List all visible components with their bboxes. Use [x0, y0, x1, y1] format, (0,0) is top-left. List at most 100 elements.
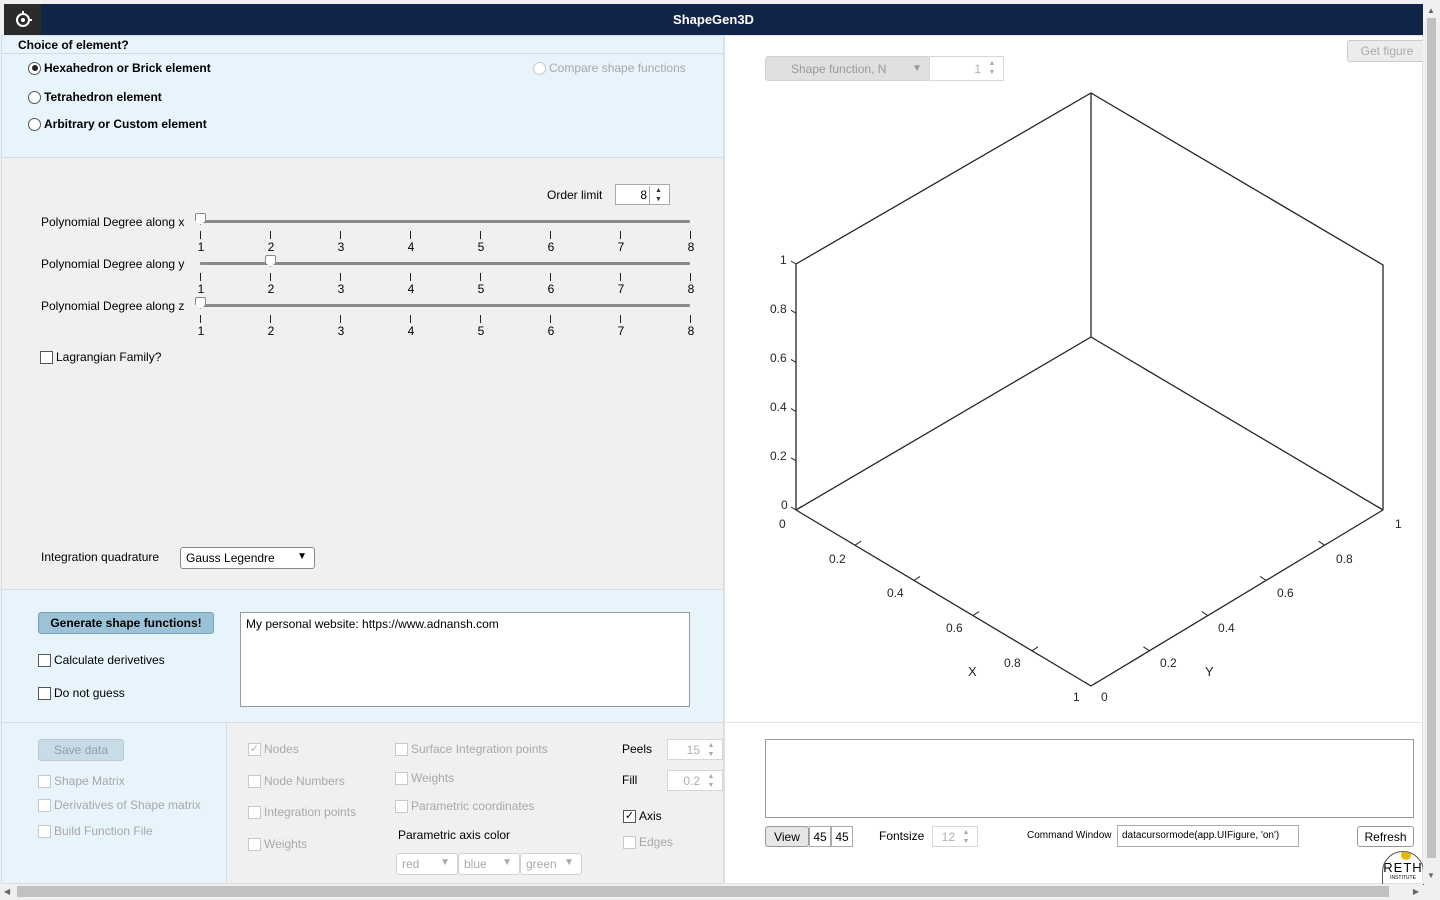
order-limit-spinner[interactable]: 8 ▲ ▼: [615, 184, 670, 205]
checkbox-box: [38, 653, 51, 667]
degree-x-slider[interactable]: 1 2 3 4 5 6 7 8: [195, 213, 694, 254]
x-tick-mark: [913, 575, 921, 581]
slider-tick-label: 1: [197, 240, 205, 254]
x-tick-label: 0.6: [946, 621, 963, 635]
checkbox-label: Edges: [639, 835, 674, 849]
save-data-button[interactable]: Save data: [38, 739, 124, 761]
slider-tick-label: 3: [337, 240, 345, 254]
parametric-coordinates-checkbox[interactable]: Parametric coordinates: [395, 799, 534, 813]
slider-thumb[interactable]: [195, 213, 206, 225]
radio-arbitrary[interactable]: Arbitrary or Custom element: [28, 117, 207, 131]
do-not-guess-checkbox[interactable]: Do not guess: [38, 686, 125, 700]
slider-tick-label: 5: [477, 324, 485, 338]
slider-thumb[interactable]: [265, 255, 276, 267]
slider-tick: [690, 231, 691, 239]
scroll-down-icon[interactable]: ▼: [1427, 871, 1435, 880]
spinner-arrows-icon[interactable]: ▲ ▼: [702, 772, 720, 790]
slider-track[interactable]: [200, 304, 690, 307]
output-textarea[interactable]: [765, 739, 1414, 818]
checkbox-box: [40, 350, 53, 364]
slider-tick: [340, 273, 341, 281]
slider-tick-label: 7: [617, 324, 625, 338]
slider-tick-label: 2: [267, 324, 275, 338]
z-tick-label: 0.6: [770, 351, 787, 365]
peels-spinner[interactable]: 15 ▲ ▼: [667, 739, 723, 760]
view-azimuth-field[interactable]: 45: [809, 826, 831, 847]
weights-checkbox[interactable]: Weights: [248, 837, 307, 851]
command-window-input[interactable]: datacursormode(app.UIFigure, 'on'): [1117, 825, 1299, 847]
vertical-scroll-thumb[interactable]: [1427, 18, 1436, 858]
radio-compare-shape-functions[interactable]: Compare shape functions: [533, 61, 686, 75]
nodes-checkbox[interactable]: ✓ Nodes: [248, 742, 299, 756]
x-tick-mark: [972, 611, 980, 617]
scroll-up-icon[interactable]: ▲: [1427, 6, 1435, 15]
spinner-arrows-icon[interactable]: ▲ ▼: [702, 741, 720, 759]
message-text: My personal website: https://www.adnansh…: [246, 617, 499, 631]
lagrangian-checkbox[interactable]: Lagrangian Family?: [40, 350, 161, 364]
checkbox-label: Surface Integration points: [411, 742, 548, 756]
surface-weights-checkbox[interactable]: Weights: [395, 771, 454, 785]
integration-points-checkbox[interactable]: Integration points: [248, 805, 356, 819]
checkbox-label: Weights: [264, 837, 308, 851]
axis-checkbox[interactable]: ✓ Axis: [623, 809, 662, 823]
checkbox-box: [395, 742, 408, 756]
y-tick-mark: [1143, 646, 1150, 652]
checkbox-box: [623, 835, 636, 849]
axis-color-dropdown-1[interactable]: red ▼: [396, 853, 458, 875]
build-function-file-checkbox[interactable]: Build Function File: [38, 824, 153, 838]
spinner-arrows-icon[interactable]: ▲ ▼: [649, 186, 667, 204]
node-numbers-checkbox[interactable]: Node Numbers: [248, 774, 345, 788]
axis-color-dropdown-3[interactable]: green ▼: [520, 853, 582, 875]
z-tick-mark: [790, 309, 797, 314]
derivatives-matrix-checkbox[interactable]: Derivatives of Shape matrix: [38, 798, 201, 812]
fontsize-spinner[interactable]: 12 ▲ ▼: [932, 826, 978, 847]
y-tick-label: 0.2: [1160, 656, 1177, 670]
view-button[interactable]: View: [765, 826, 809, 847]
radio-hexahedron[interactable]: Hexahedron or Brick element: [28, 61, 211, 75]
slider-tick-label: 6: [547, 324, 555, 338]
x-tick-mark: [1031, 646, 1039, 652]
fontsize-value: 12: [941, 830, 955, 844]
institute-logo-text: RETH: [1383, 860, 1423, 875]
calc-derivatives-checkbox[interactable]: Calculate derivetives: [38, 653, 165, 667]
quadrature-dropdown[interactable]: Gauss Legendre ▼: [180, 547, 315, 569]
slider-tick: [410, 231, 411, 239]
parametric-axis-color-label: Parametric axis color: [398, 828, 511, 842]
element-choice-heading: Choice of element?: [18, 38, 129, 52]
slider-tick: [200, 273, 201, 281]
surface-integration-checkbox[interactable]: Surface Integration points: [395, 742, 548, 756]
y-tick-label: 0.4: [1218, 621, 1235, 635]
horizontal-scroll-thumb[interactable]: [17, 886, 1389, 897]
badge-dot-icon: [1401, 852, 1411, 860]
message-textarea[interactable]: My personal website: https://www.adnansh…: [240, 612, 690, 707]
scroll-right-icon[interactable]: ▶: [1413, 887, 1419, 896]
axis-color-value: green: [526, 857, 557, 871]
slider-track[interactable]: [200, 220, 690, 223]
generate-button[interactable]: Generate shape functions!: [38, 612, 214, 634]
scroll-left-icon[interactable]: ◀: [4, 887, 10, 896]
z-tick-label: 0.4: [770, 400, 787, 414]
checkbox-label: Node Numbers: [264, 774, 345, 788]
degree-y-slider[interactable]: 1 2 3 4 5 6 7 8: [198, 255, 694, 296]
vertical-scrollbar[interactable]: ▲ ▼: [1423, 4, 1440, 884]
view-elevation-field[interactable]: 45: [831, 826, 853, 847]
axes-3d[interactable]: 0 0.2 0.4 0.6 0.8 1 0 0.2 0.4 0.6 0.8 1 …: [725, 36, 1424, 724]
edges-checkbox[interactable]: Edges: [623, 835, 673, 849]
fill-spinner[interactable]: 0.2 ▲ ▼: [667, 770, 723, 791]
refresh-button[interactable]: Refresh: [1357, 826, 1414, 847]
slider-tick: [550, 315, 551, 323]
refresh-label: Refresh: [1364, 829, 1407, 844]
slider-thumb[interactable]: [195, 297, 206, 309]
horizontal-scrollbar[interactable]: ◀ ▶: [0, 884, 1423, 900]
slider-tick: [480, 273, 481, 281]
spinner-arrows-icon[interactable]: ▲ ▼: [957, 828, 975, 846]
degree-z-slider[interactable]: 1 2 3 4 5 6 7 8: [195, 297, 694, 338]
slider-tick: [270, 273, 271, 281]
checkbox-label: Axis: [639, 809, 662, 823]
chevron-down-icon: ▼: [297, 551, 307, 562]
axis-color-dropdown-2[interactable]: blue ▼: [458, 853, 520, 875]
checkbox-box: ✓: [248, 742, 261, 756]
shape-matrix-checkbox[interactable]: Shape Matrix: [38, 774, 125, 788]
slider-tick: [550, 273, 551, 281]
radio-tetrahedron[interactable]: Tetrahedron element: [28, 90, 162, 104]
